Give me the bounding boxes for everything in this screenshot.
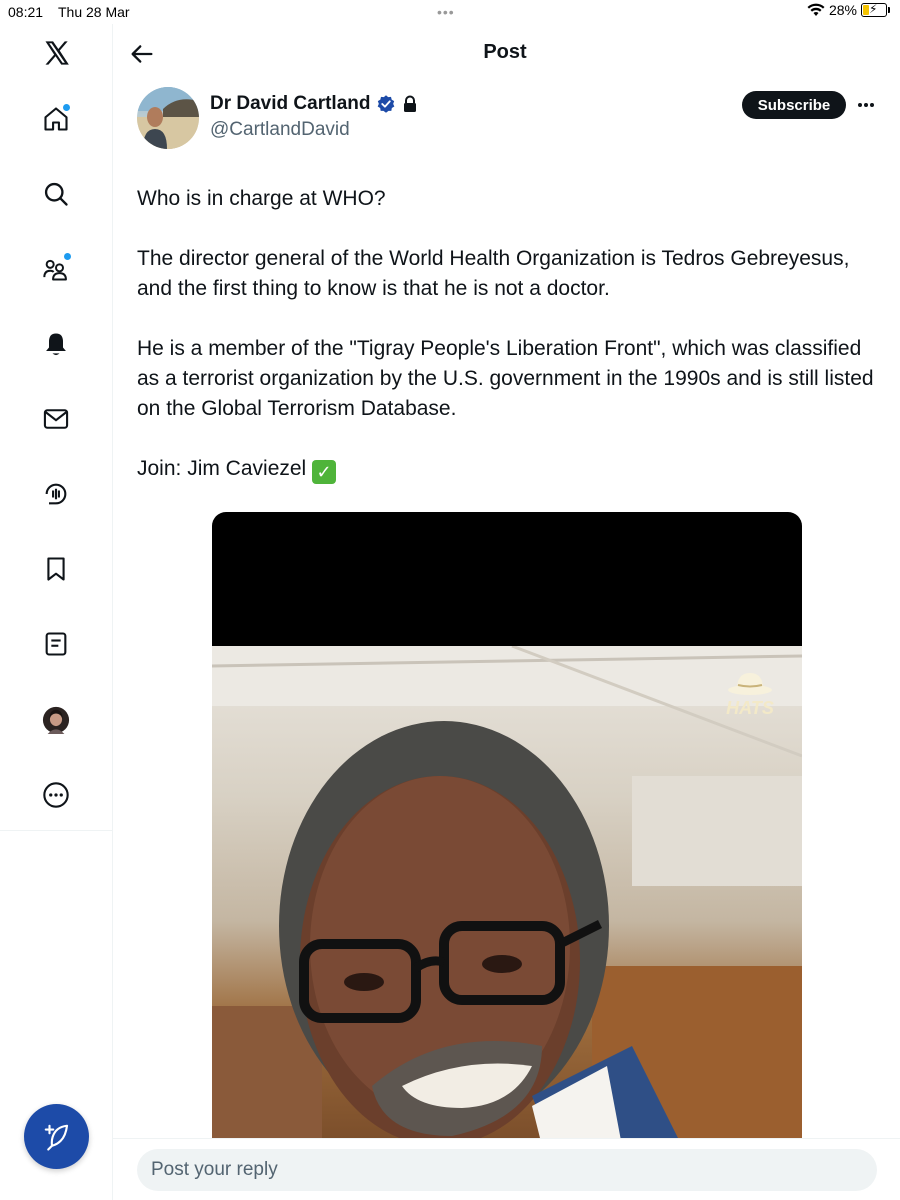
- post-media-image[interactable]: HATS: [212, 512, 802, 1142]
- compose-post-button[interactable]: [24, 1104, 89, 1169]
- battery-percent: 28%: [828, 2, 857, 18]
- more-dot: [864, 103, 868, 107]
- search-icon[interactable]: [41, 179, 71, 209]
- more-dot: [858, 103, 862, 107]
- home-icon[interactable]: [41, 104, 71, 134]
- watermark-text: HATS: [726, 698, 774, 718]
- x-logo-icon[interactable]: [41, 38, 71, 68]
- status-time: 08:21: [8, 4, 44, 20]
- multitasking-dots-icon[interactable]: •••: [437, 4, 455, 20]
- reply-bar: [113, 1138, 900, 1200]
- protected-lock-icon: [404, 95, 417, 112]
- bookmarks-icon[interactable]: [41, 554, 71, 584]
- post-paragraph-join: Join: Jim Caviezel ✓: [137, 454, 877, 484]
- author-name[interactable]: Dr David Cartland: [210, 93, 370, 115]
- post-more-options-icon[interactable]: [856, 95, 876, 115]
- back-arrow-icon: [131, 45, 153, 63]
- communities-icon[interactable]: [41, 253, 71, 284]
- sidebar-divider: [0, 830, 113, 831]
- status-bar: 08:21 Thu 28 Mar ••• 28% ⚡: [0, 0, 900, 24]
- reply-input[interactable]: [137, 1149, 877, 1191]
- more-dot: [870, 103, 874, 107]
- post-paragraph: The director general of the World Health…: [137, 247, 850, 300]
- back-button[interactable]: [128, 40, 156, 68]
- author-avatar[interactable]: [137, 87, 199, 149]
- profile-avatar[interactable]: [41, 705, 71, 735]
- status-date: Thu 28 Mar: [58, 4, 130, 20]
- battery-tip: [888, 7, 890, 13]
- page-title: Post: [483, 41, 527, 63]
- battery-icon: ⚡: [861, 2, 887, 17]
- more-options-icon[interactable]: [41, 780, 71, 810]
- post-paragraph: Join: Jim Caviezel: [137, 457, 307, 480]
- lists-icon[interactable]: [41, 629, 71, 659]
- sidebar-nav: [0, 24, 113, 1200]
- media-watermark: HATS: [720, 670, 780, 719]
- grok-icon[interactable]: [41, 479, 71, 509]
- charging-bolt-icon: ⚡: [869, 2, 878, 16]
- post-body: Who is in charge at WHO? The director ge…: [137, 184, 877, 514]
- hat-watermark-icon: [727, 670, 773, 696]
- notifications-icon[interactable]: [41, 329, 71, 359]
- post-paragraph: He is a member of the "Tigray People's L…: [137, 337, 874, 420]
- verified-badge-icon: [378, 95, 395, 113]
- check-mark-emoji-icon: ✓: [312, 460, 337, 484]
- compose-post-icon: [44, 1124, 68, 1151]
- status-right: 28% ⚡: [807, 2, 890, 18]
- communities-notification-dot: [64, 253, 71, 260]
- author-handle[interactable]: @CartlandDavid: [210, 119, 350, 141]
- messages-icon[interactable]: [41, 404, 71, 434]
- home-notification-dot: [63, 104, 70, 111]
- author-name-row[interactable]: Dr David Cartland: [210, 93, 418, 115]
- subscribe-button[interactable]: Subscribe: [742, 91, 846, 119]
- post-paragraph: Who is in charge at WHO?: [137, 187, 386, 210]
- media-photo: [212, 644, 802, 1142]
- portrait-illustration: [212, 644, 802, 1142]
- wifi-icon: [807, 3, 825, 16]
